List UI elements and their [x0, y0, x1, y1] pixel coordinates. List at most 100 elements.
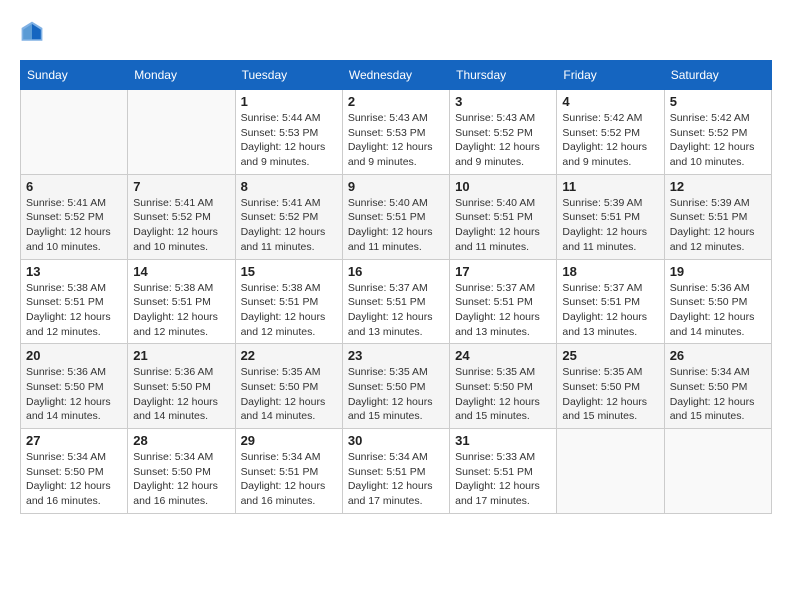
calendar-table: SundayMondayTuesdayWednesdayThursdayFrid…	[20, 60, 772, 514]
day-info: Sunrise: 5:34 AM Sunset: 5:50 PM Dayligh…	[26, 450, 122, 509]
day-info: Sunrise: 5:34 AM Sunset: 5:50 PM Dayligh…	[670, 365, 766, 424]
day-number: 29	[241, 433, 337, 448]
day-number: 24	[455, 348, 551, 363]
day-info: Sunrise: 5:34 AM Sunset: 5:51 PM Dayligh…	[348, 450, 444, 509]
calendar-cell: 9 Sunrise: 5:40 AM Sunset: 5:51 PM Daylig…	[342, 174, 449, 259]
day-number: 12	[670, 179, 766, 194]
calendar-cell: 18Sunrise: 5:37 AM Sunset: 5:51 PM Dayli…	[557, 259, 664, 344]
day-info: Sunrise: 5:36 AM Sunset: 5:50 PM Dayligh…	[133, 365, 229, 424]
calendar-cell: 2 Sunrise: 5:43 AM Sunset: 5:53 PM Daylig…	[342, 90, 449, 175]
day-number: 25	[562, 348, 658, 363]
calendar-cell: 21Sunrise: 5:36 AM Sunset: 5:50 PM Dayli…	[128, 344, 235, 429]
day-number: 30	[348, 433, 444, 448]
calendar-cell: 27 Sunrise: 5:34 AM Sunset: 5:50 PM Dayli…	[21, 429, 128, 514]
calendar-week-row: 6 Sunrise: 5:41 AM Sunset: 5:52 PM Daylig…	[21, 174, 772, 259]
day-number: 16	[348, 264, 444, 279]
day-number: 27	[26, 433, 122, 448]
calendar-cell: 30 Sunrise: 5:34 AM Sunset: 5:51 PM Dayli…	[342, 429, 449, 514]
calendar-cell: 25 Sunrise: 5:35 AM Sunset: 5:50 PM Dayli…	[557, 344, 664, 429]
calendar-cell: 23 Sunrise: 5:35 AM Sunset: 5:50 PM Dayli…	[342, 344, 449, 429]
day-info: Sunrise: 5:37 AM Sunset: 5:51 PM Dayligh…	[348, 281, 444, 340]
calendar-cell: 15 Sunrise: 5:38 AM Sunset: 5:51 PM Dayli…	[235, 259, 342, 344]
day-info: Sunrise: 5:38 AM Sunset: 5:51 PM Dayligh…	[133, 281, 229, 340]
calendar-cell	[557, 429, 664, 514]
calendar-cell: 19 Sunrise: 5:36 AM Sunset: 5:50 PM Dayli…	[664, 259, 771, 344]
day-info: Sunrise: 5:38 AM Sunset: 5:51 PM Dayligh…	[26, 281, 122, 340]
calendar-cell: 8 Sunrise: 5:41 AM Sunset: 5:52 PM Daylig…	[235, 174, 342, 259]
day-info: Sunrise: 5:35 AM Sunset: 5:50 PM Dayligh…	[241, 365, 337, 424]
calendar-cell: 5 Sunrise: 5:42 AM Sunset: 5:52 PM Daylig…	[664, 90, 771, 175]
day-info: Sunrise: 5:34 AM Sunset: 5:50 PM Dayligh…	[133, 450, 229, 509]
calendar-cell: 26 Sunrise: 5:34 AM Sunset: 5:50 PM Dayli…	[664, 344, 771, 429]
calendar-cell	[21, 90, 128, 175]
logo-icon	[20, 20, 44, 44]
day-number: 8	[241, 179, 337, 194]
day-info: Sunrise: 5:38 AM Sunset: 5:51 PM Dayligh…	[241, 281, 337, 340]
day-info: Sunrise: 5:35 AM Sunset: 5:50 PM Dayligh…	[348, 365, 444, 424]
day-number: 15	[241, 264, 337, 279]
day-number: 22	[241, 348, 337, 363]
day-info: Sunrise: 5:43 AM Sunset: 5:53 PM Dayligh…	[348, 111, 444, 170]
calendar-cell: 13Sunrise: 5:38 AM Sunset: 5:51 PM Dayli…	[21, 259, 128, 344]
day-info: Sunrise: 5:39 AM Sunset: 5:51 PM Dayligh…	[562, 196, 658, 255]
day-number: 2	[348, 94, 444, 109]
day-info: Sunrise: 5:42 AM Sunset: 5:52 PM Dayligh…	[670, 111, 766, 170]
calendar-cell: 20Sunrise: 5:36 AM Sunset: 5:50 PM Dayli…	[21, 344, 128, 429]
day-info: Sunrise: 5:39 AM Sunset: 5:51 PM Dayligh…	[670, 196, 766, 255]
day-number: 23	[348, 348, 444, 363]
calendar-cell: 1 Sunrise: 5:44 AM Sunset: 5:53 PM Daylig…	[235, 90, 342, 175]
calendar-header-row: SundayMondayTuesdayWednesdayThursdayFrid…	[21, 61, 772, 90]
day-number: 10	[455, 179, 551, 194]
day-number: 5	[670, 94, 766, 109]
day-number: 20	[26, 348, 122, 363]
day-number: 14	[133, 264, 229, 279]
calendar-week-row: 13Sunrise: 5:38 AM Sunset: 5:51 PM Dayli…	[21, 259, 772, 344]
day-info: Sunrise: 5:35 AM Sunset: 5:50 PM Dayligh…	[562, 365, 658, 424]
calendar-cell: 4Sunrise: 5:42 AM Sunset: 5:52 PM Daylig…	[557, 90, 664, 175]
day-number: 1	[241, 94, 337, 109]
day-header-saturday: Saturday	[664, 61, 771, 90]
day-header-sunday: Sunday	[21, 61, 128, 90]
calendar-cell: 28 Sunrise: 5:34 AM Sunset: 5:50 PM Dayli…	[128, 429, 235, 514]
day-info: Sunrise: 5:34 AM Sunset: 5:51 PM Dayligh…	[241, 450, 337, 509]
day-info: Sunrise: 5:35 AM Sunset: 5:50 PM Dayligh…	[455, 365, 551, 424]
day-info: Sunrise: 5:40 AM Sunset: 5:51 PM Dayligh…	[455, 196, 551, 255]
day-number: 19	[670, 264, 766, 279]
calendar-cell: 3 Sunrise: 5:43 AM Sunset: 5:52 PM Daylig…	[450, 90, 557, 175]
day-number: 3	[455, 94, 551, 109]
day-number: 31	[455, 433, 551, 448]
calendar-week-row: 20 Sunrise: 5:36 AM Sunset: 5:50 PM Dayli…	[21, 344, 772, 429]
calendar-cell: 11Sunrise: 5:39 AM Sunset: 5:51 PM Dayli…	[557, 174, 664, 259]
calendar-cell: 29 Sunrise: 5:34 AM Sunset: 5:51 PM Dayli…	[235, 429, 342, 514]
day-info: Sunrise: 5:43 AM Sunset: 5:52 PM Dayligh…	[455, 111, 551, 170]
calendar-cell	[128, 90, 235, 175]
day-number: 17	[455, 264, 551, 279]
calendar-week-row: 27 Sunrise: 5:34 AM Sunset: 5:50 PM Dayli…	[21, 429, 772, 514]
calendar-cell	[664, 429, 771, 514]
calendar-cell: 7 Sunrise: 5:41 AM Sunset: 5:52 PM Daylig…	[128, 174, 235, 259]
calendar-cell: 12 Sunrise: 5:39 AM Sunset: 5:51 PM Dayli…	[664, 174, 771, 259]
day-info: Sunrise: 5:41 AM Sunset: 5:52 PM Dayligh…	[133, 196, 229, 255]
calendar-cell: 31 Sunrise: 5:33 AM Sunset: 5:51 PM Dayli…	[450, 429, 557, 514]
day-info: Sunrise: 5:41 AM Sunset: 5:52 PM Dayligh…	[241, 196, 337, 255]
day-header-tuesday: Tuesday	[235, 61, 342, 90]
day-number: 9	[348, 179, 444, 194]
day-number: 26	[670, 348, 766, 363]
day-info: Sunrise: 5:41 AM Sunset: 5:52 PM Dayligh…	[26, 196, 122, 255]
day-number: 28	[133, 433, 229, 448]
day-number: 6	[26, 179, 122, 194]
day-header-monday: Monday	[128, 61, 235, 90]
calendar-cell: 14 Sunrise: 5:38 AM Sunset: 5:51 PM Dayli…	[128, 259, 235, 344]
day-number: 7	[133, 179, 229, 194]
day-info: Sunrise: 5:40 AM Sunset: 5:51 PM Dayligh…	[348, 196, 444, 255]
calendar-cell: 6 Sunrise: 5:41 AM Sunset: 5:52 PM Daylig…	[21, 174, 128, 259]
day-number: 4	[562, 94, 658, 109]
page-header	[20, 20, 772, 44]
day-info: Sunrise: 5:36 AM Sunset: 5:50 PM Dayligh…	[670, 281, 766, 340]
calendar-cell: 10 Sunrise: 5:40 AM Sunset: 5:51 PM Dayli…	[450, 174, 557, 259]
calendar-cell: 24 Sunrise: 5:35 AM Sunset: 5:50 PM Dayli…	[450, 344, 557, 429]
day-header-wednesday: Wednesday	[342, 61, 449, 90]
day-header-thursday: Thursday	[450, 61, 557, 90]
day-info: Sunrise: 5:33 AM Sunset: 5:51 PM Dayligh…	[455, 450, 551, 509]
day-info: Sunrise: 5:44 AM Sunset: 5:53 PM Dayligh…	[241, 111, 337, 170]
